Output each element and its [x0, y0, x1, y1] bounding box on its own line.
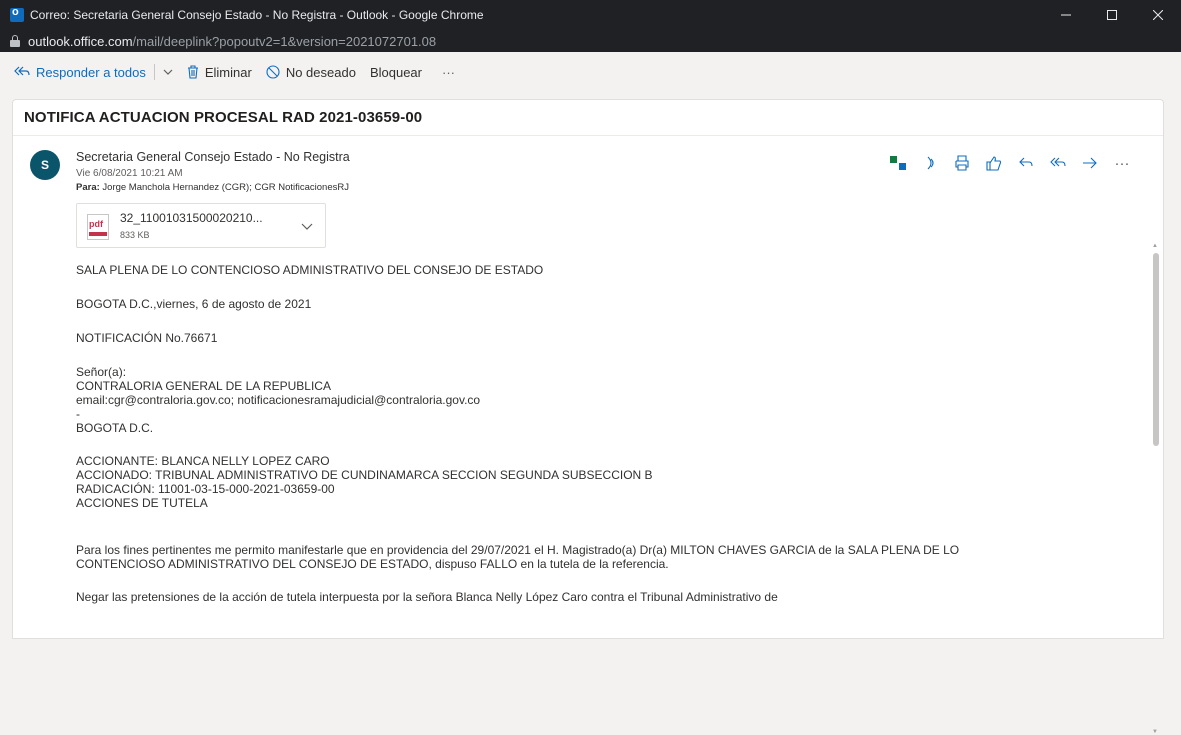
body-line: RADICACIÓN: 11001-03-15-000-2021-03659-0… [76, 482, 335, 496]
message-reading-pane: NOTIFICA ACTUACION PROCESAL RAD 2021-036… [12, 99, 1164, 735]
block-button[interactable]: Bloquear [370, 65, 422, 80]
body-line: ACCIONADO: TRIBUNAL ADMINISTRATIVO DE CU… [76, 468, 653, 482]
body-line: Para los fines pertinentes me permito ma… [76, 543, 960, 557]
block-label: Bloquear [369, 64, 422, 80]
translate-icon[interactable] [889, 154, 907, 172]
more-options-icon[interactable]: ··· [442, 65, 455, 80]
delete-label: Eliminar [204, 64, 252, 80]
junk-button[interactable]: No deseado [266, 65, 356, 80]
window-title: Correo: Secretaria General Consejo Estad… [30, 8, 484, 22]
outlook-app-icon [10, 6, 24, 22]
message-date: Vie 6/08/2021 10:21 AM [76, 168, 183, 179]
body-line: Señor(a): [76, 365, 127, 379]
reply-all-button[interactable]: Responder a todos [14, 65, 146, 80]
reply-all-label: Responder a todos [36, 64, 146, 80]
close-icon [1153, 10, 1163, 20]
maximize-button[interactable] [1089, 0, 1135, 30]
message-body: SALA PLENA DE LO CONTENCIOSO ADMINISTRAT… [76, 263, 1126, 604]
to-value: Jorge Manchola Hernandez (CGR); CGR Noti… [102, 182, 349, 193]
body-line: email:cgr@contraloria.gov.co; notificaci… [76, 393, 481, 407]
message-actions: ··· [889, 154, 1131, 172]
message-subject: NOTIFICA ACTUACION PROCESAL RAD 2021-036… [13, 100, 1163, 136]
address-bar[interactable]: outlook.office.com/mail/deeplink?popoutv… [0, 30, 1181, 52]
body-line: BOGOTA D.C. [76, 421, 154, 435]
like-icon[interactable] [985, 154, 1003, 172]
message-header: S Secretaria General Consejo Estado - No… [13, 136, 1163, 256]
chevron-down-icon[interactable] [301, 218, 313, 233]
body-line: BOGOTA D.C.,viernes, 6 de agosto de 2021 [76, 297, 312, 311]
close-button[interactable] [1135, 0, 1181, 30]
immersive-reader-icon[interactable] [921, 154, 939, 172]
body-line: - [76, 407, 80, 421]
attachment-name: 32_11001031500020210... [120, 211, 263, 225]
window-controls [1043, 0, 1181, 30]
body-line: NOTIFICACIÓN No.76671 [76, 331, 218, 345]
body-line: Negar las pretensiones de la acción de t… [76, 590, 778, 604]
reply-all-icon [14, 66, 30, 76]
reply-all-icon[interactable] [1049, 154, 1067, 172]
minimize-icon [1061, 14, 1071, 16]
more-actions-icon[interactable]: ··· [1113, 154, 1131, 172]
body-line: CONTENCIOSO ADMINISTRATIVO DEL CONSEJO D… [76, 557, 669, 571]
sender-name[interactable]: Secretaria General Consejo Estado - No R… [76, 150, 350, 164]
minimize-button[interactable] [1043, 0, 1089, 30]
scrollbar[interactable]: ▲ ▼ [1152, 243, 1160, 735]
lock-icon [10, 35, 20, 47]
body-line: SALA PLENA DE LO CONTENCIOSO ADMINISTRAT… [76, 263, 544, 277]
block-circle-icon [266, 65, 280, 79]
url-path: /mail/deeplink?popoutv2=1&version=202107… [132, 33, 437, 49]
forward-icon[interactable] [1081, 154, 1099, 172]
scroll-up-icon[interactable]: ▲ [1152, 243, 1158, 249]
print-icon[interactable] [953, 154, 971, 172]
body-line: CONTRALORIA GENERAL DE LA REPUBLICA [76, 379, 331, 393]
reply-icon[interactable] [1017, 154, 1035, 172]
recipients: Para: Jorge Manchola Hernandez (CGR); CG… [76, 182, 349, 193]
pdf-icon: pdf [87, 214, 109, 240]
reply-options-chevron-icon[interactable] [163, 66, 173, 78]
browser-titlebar: Correo: Secretaria General Consejo Estad… [0, 0, 1181, 30]
to-label: Para: [76, 182, 100, 193]
maximize-icon [1107, 10, 1117, 20]
toolbar-divider [153, 64, 155, 80]
attachment-card[interactable]: pdf 32_11001031500020210... 833 KB [76, 203, 326, 248]
scroll-down-icon[interactable]: ▼ [1152, 729, 1158, 735]
message-toolbar: Responder a todos Eliminar No deseado Bl… [0, 52, 1181, 92]
avatar[interactable]: S [30, 150, 60, 180]
scrollbar-thumb[interactable] [1153, 253, 1159, 446]
junk-label: No deseado [285, 64, 356, 80]
delete-button[interactable]: Eliminar [187, 65, 252, 80]
attachment-size: 833 KB [120, 230, 150, 240]
body-line: ACCIONES DE TUTELA [76, 496, 208, 510]
url-host: outlook.office.com [28, 33, 133, 49]
trash-icon [187, 65, 198, 79]
body-line: ACCIONANTE: BLANCA NELLY LOPEZ CARO [76, 454, 330, 468]
